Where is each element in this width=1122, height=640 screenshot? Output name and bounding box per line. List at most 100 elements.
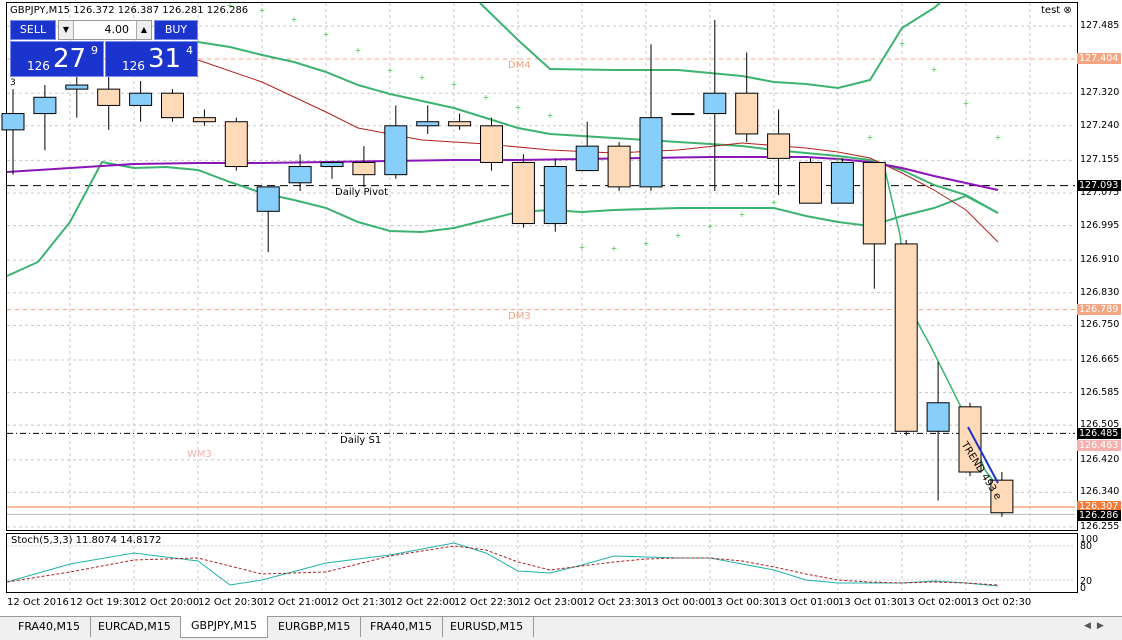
stoch-signal-line: [6, 545, 999, 586]
tab-eurcad[interactable]: EURCAD,M15: [88, 617, 182, 637]
time-axis-label: 13 Oct 01:00: [774, 597, 840, 608]
sar-dot: +: [259, 6, 266, 15]
wm3-label: WM3: [187, 449, 212, 460]
bull-candle: [543, 166, 567, 225]
price-axis-label: 126.255: [1080, 521, 1120, 532]
close-icon[interactable]: ⊗: [1063, 5, 1071, 16]
sar-dot: +: [963, 99, 970, 108]
lot-size-value[interactable]: 4.00: [105, 21, 130, 39]
sell-button[interactable]: SELL: [10, 20, 56, 40]
sar-dot: +: [899, 39, 906, 48]
price-axis-label: 126.995: [1080, 219, 1120, 231]
price-axis-label: 127.320: [1080, 87, 1120, 99]
bear-candle: [97, 88, 121, 106]
sar-dot: +: [611, 244, 618, 253]
time-axis-label: 12 Oct 21:00: [262, 597, 328, 608]
time-axis-label: 13 Oct 02:00: [902, 597, 968, 608]
price-axis-label: 126.750: [1080, 319, 1120, 331]
lot-size-field[interactable]: ▼ 4.00 ▲: [58, 20, 152, 40]
tab-eurusd[interactable]: EURUSD,M15: [440, 617, 535, 637]
current-price-tag: 126.286: [1077, 510, 1121, 521]
tab-eurgbp[interactable]: EURGBP,M15: [268, 617, 362, 637]
account-name: test: [1041, 5, 1061, 16]
bear-candle: [894, 243, 918, 432]
panel-count: 3: [10, 78, 16, 88]
price-axis-label: 126.585: [1080, 386, 1120, 398]
dm4-price-tag: 127.404: [1077, 53, 1121, 64]
sar-dot: +: [291, 15, 298, 24]
daily-s1-label: Daily S1: [340, 435, 382, 446]
sar-dot: +: [707, 222, 714, 231]
price-axis-label: 127.240: [1080, 119, 1120, 131]
time-axis-label: 12 Oct 19:30: [70, 597, 136, 608]
price-axis-label: 126.830: [1080, 286, 1120, 298]
bull-candle: [671, 113, 695, 116]
bull-candle: [575, 145, 599, 172]
bull-candle: [1, 113, 25, 131]
time-axis-label: 12 Oct 23:00: [518, 597, 584, 608]
bull-candle: [256, 186, 280, 212]
bull-candle: [384, 125, 408, 176]
price-axis-label: 126.340: [1080, 486, 1120, 498]
sar-dot: +: [739, 210, 746, 219]
bear-candle: [511, 161, 535, 225]
sar-dot: +: [771, 198, 778, 207]
tab-fra40[interactable]: FRA40,M15: [8, 617, 92, 637]
terminal-window: +++++++++++++++++++++++++ GBPJPY,M15 126…: [0, 0, 1122, 640]
bull-candle: [320, 161, 344, 168]
sar-dot: +: [419, 73, 426, 82]
sar-dot: +: [547, 111, 554, 120]
buy-quote-button[interactable]: 126 31 4: [105, 41, 198, 77]
time-axis-label: 12 Oct 20:30: [198, 597, 264, 608]
sar-dot: +: [483, 93, 490, 102]
bear-candle: [607, 145, 631, 188]
wm3-price-tag: 126.463: [1077, 440, 1121, 451]
dm4-label: DM4: [508, 60, 531, 71]
bear-candle: [799, 161, 822, 204]
tab-fra40-2[interactable]: FRA40,M15: [360, 617, 444, 637]
sell-quote-prefix: 126: [27, 59, 50, 73]
buy-quote-prefix: 126: [122, 59, 145, 73]
time-axis-label: 12 Oct 23:30: [582, 597, 648, 608]
price-axis-label: 127.155: [1080, 154, 1120, 166]
bull-candle: [33, 96, 57, 115]
sar-dot: +: [867, 133, 874, 142]
time-axis-label: 12 Oct 22:30: [454, 597, 520, 608]
chart-title: GBPJPY,M15 126.372 126.387 126.281 126.2…: [10, 5, 249, 16]
sar-dot: +: [643, 239, 650, 248]
bear-candle: [862, 161, 886, 245]
tab-gbpjpy[interactable]: GBPJPY,M15: [180, 616, 269, 638]
sar-dot: +: [323, 30, 330, 39]
buy-button[interactable]: BUY: [154, 20, 198, 40]
sar-dot: +: [355, 46, 362, 55]
pivot-price-tag: 127.093: [1077, 180, 1121, 191]
stochastic-title: Stoch(5,3,3) 11.8074 14.8172: [11, 535, 162, 546]
bear-candle: [352, 161, 376, 176]
account-label[interactable]: test ⊗: [1041, 5, 1072, 16]
daily-pivot-label: Daily Pivot: [335, 187, 389, 198]
tab-scroll-arrows[interactable]: ◀▶: [1084, 621, 1110, 631]
buy-quote-pips: 31: [148, 44, 182, 74]
bear-candle: [480, 125, 503, 163]
one-click-trading-panel: SELL ▼ 4.00 ▲ BUY 126 27 9 126 31 4: [8, 20, 198, 77]
dm3-price-tag: 126.789: [1077, 304, 1121, 315]
s1-price-tag: 126.485: [1077, 428, 1121, 439]
sell-quote-button[interactable]: 126 27 9: [10, 41, 104, 77]
chevron-down-icon[interactable]: ▼: [59, 21, 74, 39]
sar-dot: +: [387, 66, 394, 75]
bear-candle: [448, 121, 472, 127]
time-axis-label: 13 Oct 00:30: [710, 597, 776, 608]
chart-tab-bar: FRA40,M15 EURCAD,M15 GBPJPY,M15 EURGBP,M…: [0, 616, 1122, 640]
bear-candle: [161, 92, 184, 119]
sell-quote-fraction: 9: [91, 44, 98, 57]
sar-dot: +: [995, 133, 1002, 142]
time-axis-label: 13 Oct 01:30: [838, 597, 904, 608]
sar-dot: +: [451, 80, 458, 89]
chevron-up-icon[interactable]: ▲: [136, 21, 151, 39]
time-axis-label: 13 Oct 00:00: [646, 597, 712, 608]
bull-candle: [639, 117, 663, 188]
bull-candle: [703, 92, 727, 115]
bull-candle: [65, 84, 89, 90]
bull-candle: [288, 166, 312, 184]
bull-candle: [926, 402, 950, 432]
